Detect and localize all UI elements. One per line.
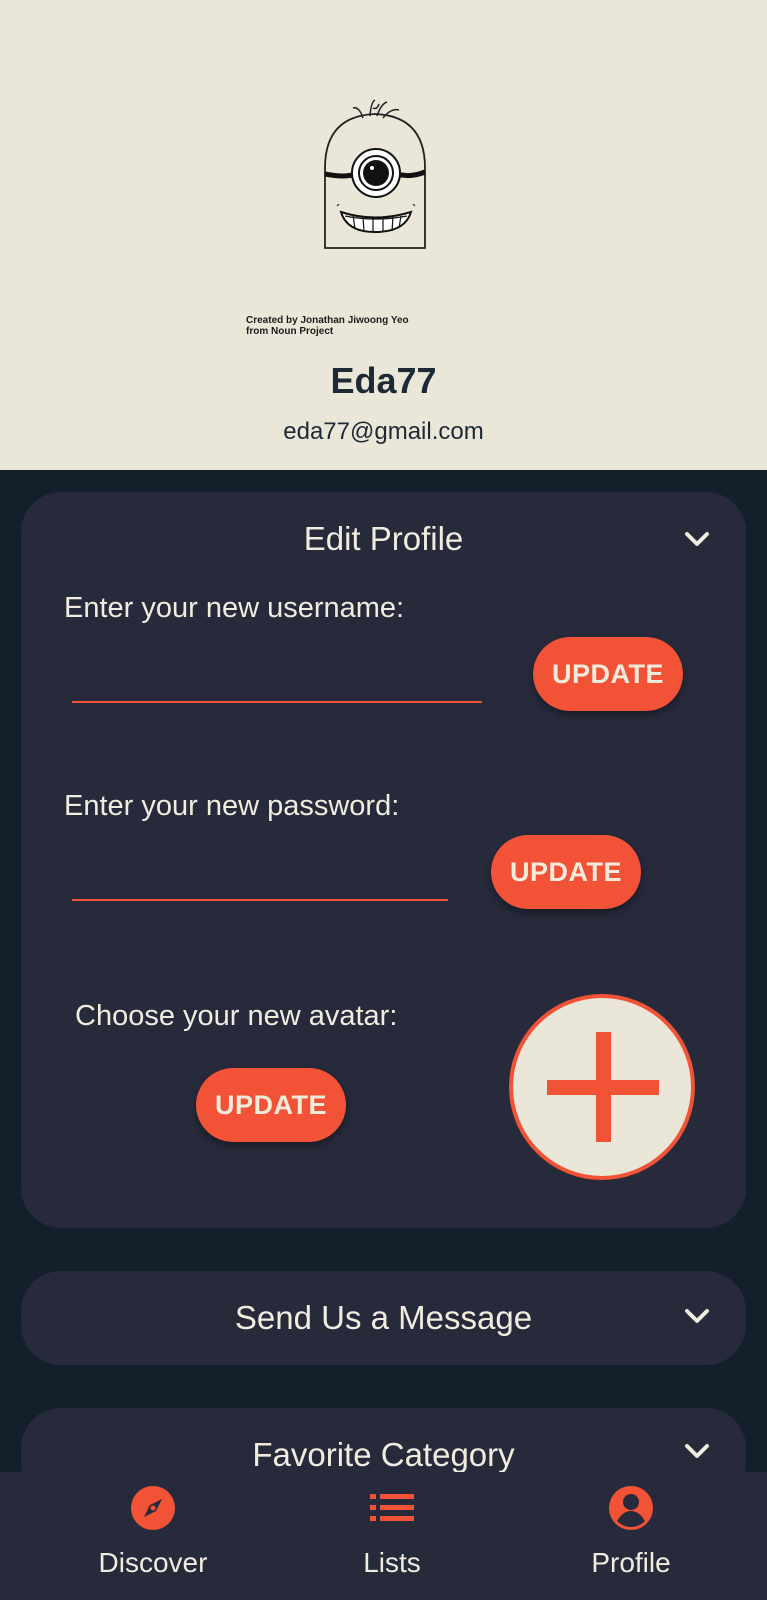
send-message-card[interactable]: Send Us a Message — [21, 1271, 746, 1365]
update-password-button[interactable]: UPDATE — [491, 835, 641, 909]
favorite-category-title[interactable]: Favorite Category — [21, 1436, 746, 1474]
chevron-down-icon[interactable] — [682, 1436, 712, 1466]
chevron-down-icon[interactable] — [682, 524, 712, 554]
image-credit: Created by Jonathan Jiwoong Yeo from Nou… — [246, 315, 409, 337]
username-label: Enter your new username: — [64, 592, 405, 624]
nav-item-discover[interactable]: Discover — [53, 1472, 253, 1600]
credit-line-1: Created by Jonathan Jiwoong Yeo — [246, 315, 409, 326]
credit-line-2: from Noun Project — [246, 326, 334, 337]
list-icon — [370, 1494, 414, 1521]
nav-item-lists[interactable]: Lists — [292, 1472, 492, 1600]
password-input[interactable] — [72, 899, 448, 901]
plus-icon — [547, 1032, 659, 1142]
nav-label-discover: Discover — [98, 1547, 208, 1578]
password-label: Enter your new password: — [64, 790, 400, 822]
update-username-button[interactable]: UPDATE — [533, 637, 683, 711]
add-avatar-button[interactable] — [509, 994, 695, 1180]
profile-email: eda77@gmail.com — [283, 418, 484, 445]
nav-item-profile[interactable]: Profile — [531, 1472, 731, 1600]
nav-label-lists: Lists — [363, 1547, 421, 1578]
bottom-navigation: Discover Lists Profile — [0, 1472, 767, 1600]
avatar-image — [324, 99, 426, 249]
account-icon — [609, 1486, 653, 1530]
update-avatar-button[interactable]: UPDATE — [196, 1068, 346, 1142]
profile-username: Eda77 — [330, 360, 437, 401]
compass-icon — [131, 1486, 175, 1530]
chevron-down-icon[interactable] — [682, 1301, 712, 1331]
username-input[interactable] — [72, 701, 482, 703]
nav-label-profile: Profile — [591, 1547, 671, 1578]
send-message-title[interactable]: Send Us a Message — [21, 1299, 746, 1337]
profile-header: Created by Jonathan Jiwoong Yeo from Nou… — [0, 0, 767, 470]
avatar-label: Choose your new avatar: — [75, 1000, 398, 1032]
edit-profile-title[interactable]: Edit Profile — [21, 520, 746, 558]
